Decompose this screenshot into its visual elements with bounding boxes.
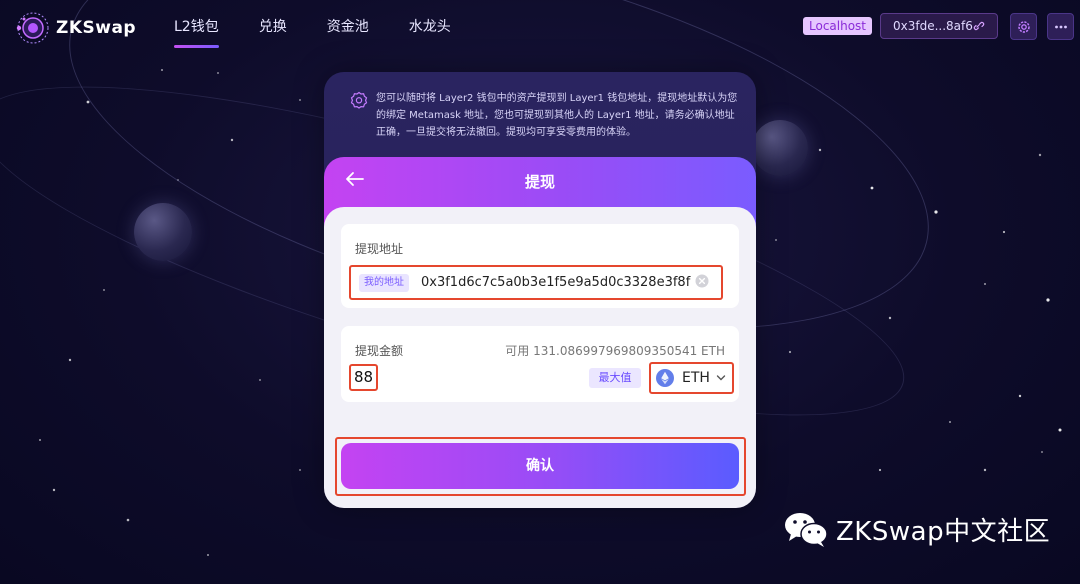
planet-left <box>134 203 192 261</box>
link-icon <box>973 21 985 31</box>
token-symbol: ETH <box>682 370 710 386</box>
available-balance: 可用 131.086997969809350541 ETH <box>505 344 725 358</box>
account-address-button[interactable]: 0x3fde...8af6 <box>880 13 998 39</box>
settings-button[interactable] <box>1010 13 1037 40</box>
address-label: 提现地址 <box>355 242 404 256</box>
gear-icon <box>1017 20 1030 33</box>
notice-box: 您可以随时将 Layer2 钱包中的资产提现到 Layer1 钱包地址，提现地址… <box>350 90 740 141</box>
badge-icon <box>350 91 368 109</box>
nav-item-faucet[interactable]: 水龙头 <box>409 16 451 36</box>
more-icon <box>1054 25 1067 28</box>
more-menu-button[interactable] <box>1047 13 1074 40</box>
notice-text: 您可以随时将 Layer2 钱包中的资产提现到 Layer1 钱包地址，提现地址… <box>376 93 738 138</box>
withdraw-panel: 您可以随时将 Layer2 钱包中的资产提现到 Layer1 钱包地址，提现地址… <box>324 72 756 508</box>
max-button[interactable]: 最大值 <box>589 368 641 388</box>
logo[interactable]: ZKSwap <box>14 10 136 46</box>
planet-right <box>752 120 808 176</box>
address-input-box[interactable]: 我的地址 0x3f1d6c7c5a0b3e1f5e9a5d0c3328e3f8f… <box>349 265 723 300</box>
amount-label: 提现金额 <box>355 344 404 358</box>
wechat-icon <box>785 513 828 547</box>
watermark-text: ZKSwap中文社区 <box>836 516 1051 547</box>
my-address-tag[interactable]: 我的地址 <box>359 274 409 292</box>
address-input[interactable]: 0x3f1d6c7c5a0b3e1f5e9a5d0c3328e3f8f3ec49 <box>421 271 691 295</box>
token-select[interactable]: ETH <box>649 362 734 394</box>
address-field: 提现地址 我的地址 0x3f1d6c7c5a0b3e1f5e9a5d0c3328… <box>341 224 739 308</box>
amount-input-box[interactable]: 88 <box>349 364 378 391</box>
amount-input[interactable]: 88 <box>354 368 373 386</box>
nav-item-pool[interactable]: 资金池 <box>327 16 369 36</box>
account-address: 0x3fde...8af6 <box>893 19 973 33</box>
confirm-button[interactable]: 确认 <box>341 443 739 489</box>
nav-item-l2-wallet[interactable]: L2钱包 <box>174 16 219 48</box>
withdraw-form-card: 提现地址 我的地址 0x3f1d6c7c5a0b3e1f5e9a5d0c3328… <box>324 207 756 508</box>
page-title: 提现 <box>524 173 555 191</box>
brand-name: ZKSwap <box>56 18 137 38</box>
main-nav: L2钱包 兑换 资金池 水龙头 <box>174 16 491 48</box>
amount-field: 提现金额 可用 131.086997969809350541 ETH 88 最大… <box>341 326 739 402</box>
nav-item-swap[interactable]: 兑换 <box>259 16 287 36</box>
zkswap-logo-icon <box>16 12 49 44</box>
eth-icon <box>656 369 674 387</box>
clear-icon[interactable] <box>695 274 709 288</box>
chevron-down-icon <box>716 375 726 381</box>
top-navigation-bar: ZKSwap L2钱包 兑换 资金池 水龙头 Localhost 0x3fde.… <box>0 0 1080 54</box>
network-badge[interactable]: Localhost <box>803 17 873 35</box>
watermark: ZKSwap中文社区 <box>784 510 1050 548</box>
